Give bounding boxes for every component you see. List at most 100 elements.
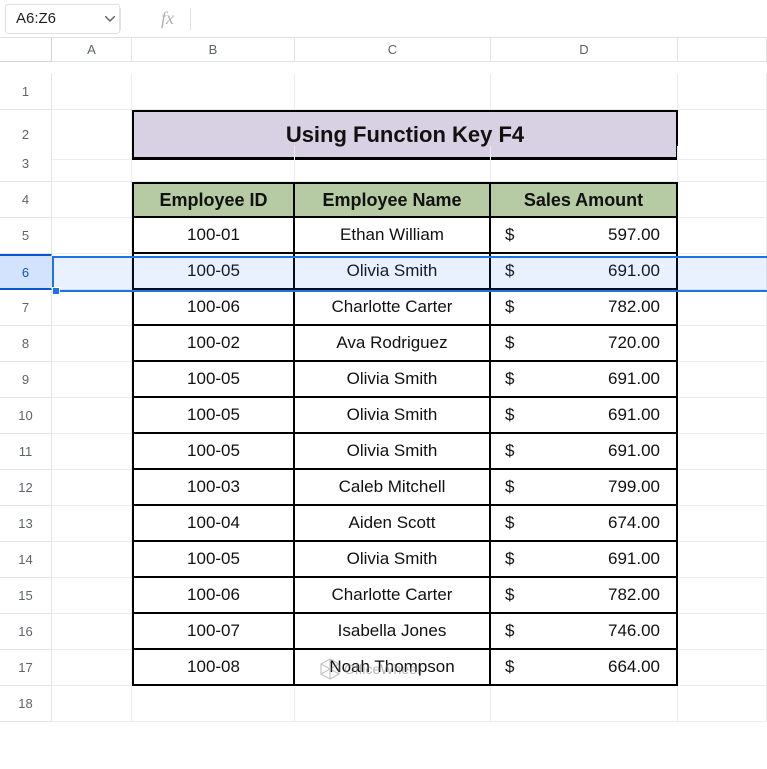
cell[interactable] [52, 362, 132, 398]
cell[interactable] [678, 470, 767, 506]
cell-employee-id[interactable]: 100-06 [132, 578, 295, 614]
column-header[interactable]: B [132, 38, 295, 62]
row-header[interactable]: 10 [0, 398, 52, 434]
cell-sales-amount[interactable]: $746.00 [491, 614, 678, 650]
table-header[interactable]: Sales Amount [491, 182, 678, 218]
cell[interactable] [52, 686, 132, 722]
cell-sales-amount[interactable]: $674.00 [491, 506, 678, 542]
row-header[interactable]: 11 [0, 434, 52, 470]
cell[interactable] [132, 146, 295, 182]
cell[interactable] [52, 578, 132, 614]
cell[interactable] [678, 254, 767, 290]
cell[interactable] [52, 182, 132, 218]
cell-sales-amount[interactable]: $691.00 [491, 542, 678, 578]
cell[interactable] [295, 146, 491, 182]
cell-sales-amount[interactable]: $782.00 [491, 290, 678, 326]
cell-sales-amount[interactable]: $664.00 [491, 650, 678, 686]
row-header[interactable]: 5 [0, 218, 52, 254]
cell-employee-name[interactable]: Olivia Smith [295, 434, 491, 470]
column-header[interactable]: D [491, 38, 678, 62]
row-header[interactable]: 18 [0, 686, 52, 722]
row-header[interactable]: 1 [0, 74, 52, 110]
cell-employee-name[interactable]: Olivia Smith [295, 362, 491, 398]
cell[interactable] [52, 650, 132, 686]
cell[interactable] [52, 542, 132, 578]
cell-employee-name[interactable]: Caleb Mitchell [295, 470, 491, 506]
cell-employee-id[interactable]: 100-01 [132, 218, 295, 254]
cell-employee-name[interactable]: Isabella Jones [295, 614, 491, 650]
column-header[interactable] [678, 38, 767, 62]
cell[interactable] [678, 326, 767, 362]
cell-employee-id[interactable]: 100-05 [132, 434, 295, 470]
cell[interactable] [132, 74, 295, 110]
cell-employee-id[interactable]: 100-07 [132, 614, 295, 650]
cell[interactable] [52, 470, 132, 506]
cell[interactable] [52, 218, 132, 254]
cell-employee-id[interactable]: 100-08 [132, 650, 295, 686]
row-header[interactable]: 3 [0, 146, 52, 182]
cell[interactable] [295, 74, 491, 110]
cell[interactable] [678, 434, 767, 470]
cell-employee-id[interactable]: 100-05 [132, 254, 295, 290]
cell[interactable] [678, 290, 767, 326]
cell[interactable] [491, 686, 678, 722]
cell-sales-amount[interactable]: $720.00 [491, 326, 678, 362]
cell-employee-id[interactable]: 100-06 [132, 290, 295, 326]
cell[interactable] [52, 326, 132, 362]
cell[interactable] [491, 74, 678, 110]
cell[interactable] [52, 614, 132, 650]
row-header[interactable]: 6 [0, 254, 52, 290]
formula-input[interactable] [191, 4, 761, 34]
cell-employee-name[interactable]: Charlotte Carter [295, 578, 491, 614]
cell-employee-id[interactable]: 100-02 [132, 326, 295, 362]
cell[interactable] [52, 506, 132, 542]
row-header[interactable]: 17 [0, 650, 52, 686]
cell[interactable] [678, 362, 767, 398]
cell-employee-id[interactable]: 100-03 [132, 470, 295, 506]
cell-sales-amount[interactable]: $691.00 [491, 254, 678, 290]
fx-icon[interactable]: fx [161, 8, 174, 29]
cell[interactable] [52, 290, 132, 326]
cell-employee-name[interactable]: Ethan William [295, 218, 491, 254]
cell-employee-name[interactable]: Charlotte Carter [295, 290, 491, 326]
row-header[interactable]: 16 [0, 614, 52, 650]
cell-sales-amount[interactable]: $691.00 [491, 362, 678, 398]
table-header[interactable]: Employee ID [132, 182, 295, 218]
cell[interactable] [295, 686, 491, 722]
table-header[interactable]: Employee Name [295, 182, 491, 218]
cell[interactable] [678, 578, 767, 614]
cell-employee-name[interactable]: Olivia Smith [295, 254, 491, 290]
column-header[interactable]: C [295, 38, 491, 62]
cell[interactable] [52, 146, 132, 182]
select-all-corner[interactable] [0, 38, 52, 62]
cell[interactable] [678, 542, 767, 578]
cell-sales-amount[interactable]: $799.00 [491, 470, 678, 506]
cell-employee-id[interactable]: 100-05 [132, 398, 295, 434]
cell[interactable] [52, 398, 132, 434]
cell[interactable] [52, 254, 132, 290]
cell[interactable] [678, 686, 767, 722]
row-header[interactable]: 4 [0, 182, 52, 218]
row-header[interactable]: 13 [0, 506, 52, 542]
cell-sales-amount[interactable]: $691.00 [491, 398, 678, 434]
cell[interactable] [678, 614, 767, 650]
row-header[interactable]: 9 [0, 362, 52, 398]
cell-employee-name[interactable]: Olivia Smith [295, 398, 491, 434]
cell-sales-amount[interactable]: $782.00 [491, 578, 678, 614]
cell-employee-name[interactable]: Olivia Smith [295, 542, 491, 578]
cell-employee-id[interactable]: 100-05 [132, 542, 295, 578]
cell[interactable] [52, 434, 132, 470]
cell[interactable] [52, 74, 132, 110]
row-header[interactable]: 15 [0, 578, 52, 614]
cell-employee-name[interactable]: Noah Thompson [295, 650, 491, 686]
cell-employee-id[interactable]: 100-04 [132, 506, 295, 542]
row-header[interactable]: 8 [0, 326, 52, 362]
cell-sales-amount[interactable]: $597.00 [491, 218, 678, 254]
cell[interactable] [678, 398, 767, 434]
column-header[interactable]: A [52, 38, 132, 62]
cell[interactable] [132, 686, 295, 722]
cell[interactable] [678, 506, 767, 542]
cell-employee-id[interactable]: 100-05 [132, 362, 295, 398]
row-header[interactable]: 7 [0, 290, 52, 326]
cell-sales-amount[interactable]: $691.00 [491, 434, 678, 470]
